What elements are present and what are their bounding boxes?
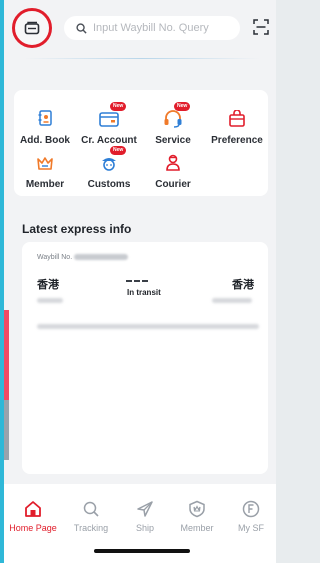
nav-member[interactable]: Member: [170, 498, 224, 533]
origin-city: 香港: [37, 279, 59, 291]
scan-button[interactable]: [250, 16, 272, 38]
menu-item-customs[interactable]: New Customs: [78, 146, 140, 196]
service-headset-icon: [164, 110, 182, 128]
menu-item-label: Customs: [87, 179, 131, 190]
courier-person-icon: [166, 154, 180, 171]
nav-label: Tracking: [73, 523, 109, 533]
express-info-card[interactable]: Waybill No. 香港 香港 In transit: [22, 242, 268, 474]
credit-account-icon: [99, 112, 119, 127]
preference-bag-icon: [229, 110, 245, 127]
scan-icon: [253, 19, 269, 35]
menu-item-courier[interactable]: Courier: [142, 152, 204, 196]
menu-item-preference[interactable]: Preference: [206, 108, 268, 152]
menu-item-label: Service: [155, 135, 191, 146]
nav-home[interactable]: Home Page: [6, 498, 60, 533]
nav-my-sf[interactable]: My SF: [224, 498, 276, 533]
menu-item-label: Courier: [155, 179, 191, 190]
address-book-icon: [38, 110, 52, 126]
receiver-name-redacted: [212, 298, 252, 303]
menu-item-label: Member: [25, 179, 65, 190]
search-input[interactable]: [93, 22, 233, 34]
waybill-number-redacted: [74, 254, 129, 261]
sender-name-redacted: [37, 298, 63, 303]
status-detail-redacted: [37, 324, 259, 329]
paper-plane-icon: [137, 501, 153, 517]
edge-strip-pink: [4, 310, 9, 400]
menu-item-service[interactable]: New Service: [142, 102, 204, 152]
nav-tracking[interactable]: Tracking: [64, 498, 118, 533]
edge-strip-grey: [4, 400, 9, 460]
member-shield-icon: [189, 500, 205, 518]
app-screen: Add. Book New Cr. Account: [0, 0, 276, 563]
nav-label: My SF: [238, 523, 264, 533]
new-badge: New: [174, 102, 191, 111]
transit-line: [126, 280, 148, 282]
search-icon: [76, 22, 87, 34]
menu-item-credit-account[interactable]: New Cr. Account: [78, 102, 140, 152]
waybill-label: Waybill No.: [37, 254, 129, 261]
nav-label: Home Page: [9, 523, 57, 533]
header-divider: [24, 58, 260, 59]
shipment-status: In transit: [127, 288, 161, 297]
nav-label: Ship: [135, 523, 154, 533]
menu-item-member[interactable]: Member: [14, 152, 76, 196]
new-badge: New: [110, 102, 127, 111]
search-icon: [83, 501, 99, 517]
customs-officer-icon: [102, 158, 116, 171]
search-bar[interactable]: [64, 16, 240, 40]
nav-ship[interactable]: Ship: [118, 498, 172, 533]
menu-item-address-book[interactable]: Add. Book: [14, 108, 76, 152]
menu-card: Add. Book New Cr. Account New Service Pr…: [14, 90, 268, 196]
home-icon: [25, 501, 41, 517]
new-badge: New: [110, 146, 127, 155]
wallet-icon: [24, 21, 40, 35]
home-indicator: [94, 549, 190, 553]
wallet-button[interactable]: [12, 8, 52, 48]
menu-item-label: Preference: [211, 135, 263, 146]
top-bar: [10, 8, 274, 50]
menu-item-label: Cr. Account: [81, 135, 137, 146]
member-crown-icon: [37, 157, 53, 170]
my-sf-icon: [242, 500, 260, 518]
destination-city: 香港: [232, 279, 254, 291]
nav-label: Member: [180, 523, 214, 533]
menu-item-label: Add. Book: [20, 135, 70, 146]
waybill-text: Waybill No.: [37, 254, 73, 261]
section-title: Latest express info: [22, 222, 132, 236]
